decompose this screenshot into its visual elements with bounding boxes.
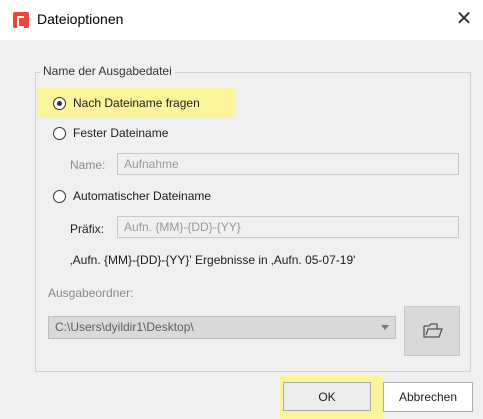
name-label: Name:: [70, 158, 106, 172]
ok-button[interactable]: OK: [283, 382, 373, 412]
output-folder-value: C:\Users\dyildir1\Desktop\: [55, 320, 194, 334]
title-bar: Dateioptionen ✕: [0, 0, 483, 40]
radio-ask-filename[interactable]: [53, 97, 66, 110]
close-icon[interactable]: ✕: [450, 5, 478, 33]
ok-button-label: OK: [283, 382, 371, 411]
fixed-name-field[interactable]: Aufnahme: [117, 153, 459, 175]
prefix-label: Präfix:: [70, 222, 105, 236]
radio-auto-filename[interactable]: [53, 190, 66, 203]
radio-fixed-filename[interactable]: [53, 127, 66, 140]
label-ask-filename: Nach Dateiname fragen: [73, 96, 200, 110]
chevron-down-icon: [381, 325, 389, 330]
filename-preview: ‚Aufn. {MM}-{DD}-{YY}' Ergebnisse in ‚Au…: [70, 253, 356, 267]
group-legend: Name der Ausgabedatei: [40, 64, 175, 78]
dialog-window: Dateioptionen ✕ Name der Ausgabedatei Na…: [0, 0, 483, 419]
output-folder-label: Ausgabeordner:: [48, 286, 134, 300]
output-folder-select[interactable]: C:\Users\dyildir1\Desktop\: [48, 316, 396, 339]
window-title: Dateioptionen: [37, 11, 124, 27]
label-fixed-filename: Fester Dateiname: [73, 126, 169, 140]
prefix-field[interactable]: Aufn. {MM}-{DD}-{YY}: [117, 216, 459, 238]
app-logo-icon: [13, 12, 29, 28]
browse-folder-button[interactable]: [404, 306, 460, 356]
label-auto-filename: Automatischer Dateiname: [73, 189, 212, 203]
cancel-button[interactable]: Abbrechen: [383, 382, 473, 412]
folder-open-icon: [423, 323, 443, 338]
